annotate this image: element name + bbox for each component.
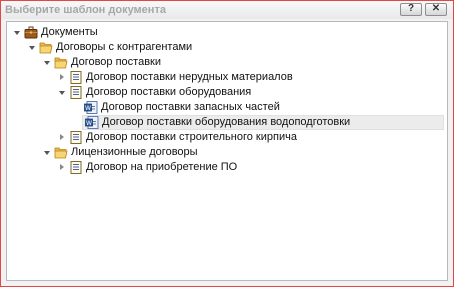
briefcase-icon	[24, 26, 38, 39]
help-icon: ?	[407, 3, 415, 14]
template-tree: Документы Договоры с контрагентами Догов…	[6, 21, 448, 281]
node-label: Договор поставки нерудных материалов	[86, 71, 293, 83]
open-folder-icon	[54, 146, 68, 159]
tree-node-documents[interactable]: Документы	[10, 25, 210, 40]
collapse-arrow-icon[interactable]	[42, 145, 52, 160]
node-label: Лицензионные договоры	[71, 146, 198, 158]
expand-arrow-icon[interactable]	[57, 70, 67, 85]
node-label: Договор поставки оборудования	[86, 86, 252, 98]
document-list-icon	[69, 71, 83, 84]
node-label: Договор поставки запасных частей	[101, 101, 280, 113]
svg-text:W: W	[85, 105, 91, 112]
dialog-title: Выберите шаблон документа	[5, 4, 166, 16]
help-button[interactable]: ?	[400, 3, 422, 16]
close-icon: ✕	[431, 3, 441, 14]
node-label: Документы	[41, 26, 98, 38]
document-list-icon	[69, 131, 83, 144]
collapse-arrow-icon[interactable]	[27, 40, 37, 55]
template-dialog: Выберите шаблон документа ? ✕ Документы	[0, 0, 454, 287]
tree-node-supply-folder[interactable]: Договор поставки	[40, 55, 220, 70]
tree-node-bricks[interactable]: Договор поставки строительного кирпича	[55, 130, 325, 145]
node-label: Договор поставки оборудования водоподгот…	[102, 116, 351, 128]
node-label: Договор на приобретение ПО	[86, 161, 238, 173]
expand-arrow-icon[interactable]	[57, 160, 67, 175]
title-bar: Выберите шаблон документа ? ✕	[1, 1, 453, 19]
tree-node-software[interactable]: Договор на приобретение ПО	[55, 160, 275, 175]
collapse-arrow-icon[interactable]	[57, 85, 67, 100]
node-label: Договор поставки	[71, 56, 161, 68]
word-template-icon: W	[84, 101, 98, 114]
collapse-arrow-icon[interactable]	[12, 25, 22, 40]
close-button[interactable]: ✕	[425, 3, 447, 16]
tree-node-contracts-folder[interactable]: Договоры с контрагентами	[25, 40, 245, 55]
tree-node-equipment[interactable]: Договор поставки оборудования	[55, 85, 285, 100]
document-list-icon	[69, 86, 83, 99]
node-label: Договор поставки строительного кирпича	[86, 131, 297, 143]
svg-text:W: W	[86, 120, 92, 127]
tree-node-license-folder[interactable]: Лицензионные договоры	[40, 145, 240, 160]
document-list-icon	[69, 161, 83, 174]
tree-node-bulk-materials[interactable]: Договор поставки нерудных материалов	[55, 70, 315, 85]
tree-template-water-treatment[interactable]: W Договор поставки оборудования водоподг…	[82, 115, 444, 130]
open-folder-icon	[39, 41, 53, 54]
expand-arrow-icon[interactable]	[57, 130, 67, 145]
tree-template-spare-parts[interactable]: W Договор поставки запасных частей	[82, 100, 282, 115]
node-label: Договоры с контрагентами	[56, 41, 193, 53]
word-template-icon: W	[85, 116, 99, 129]
collapse-arrow-icon[interactable]	[42, 55, 52, 70]
open-folder-icon	[54, 56, 68, 69]
